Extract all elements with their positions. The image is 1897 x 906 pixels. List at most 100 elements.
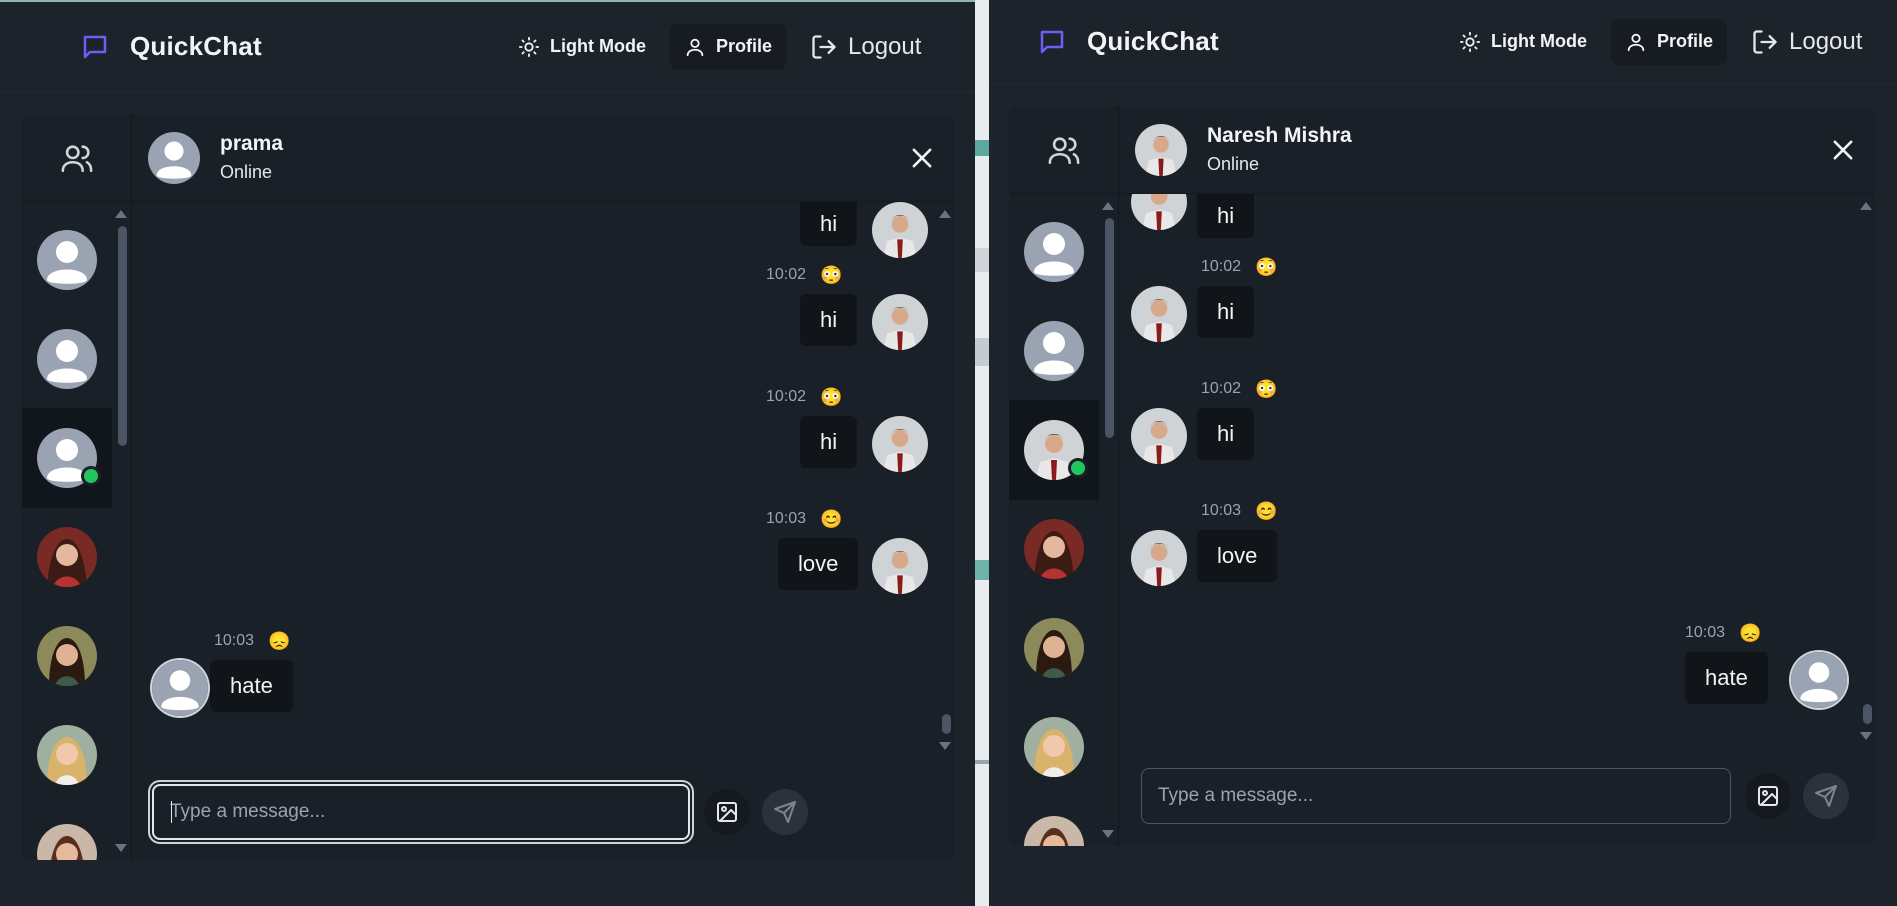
contacts-scrollbar[interactable] (115, 202, 127, 860)
message-time: 10:02 (1201, 380, 1242, 397)
nav-actions: Light Mode Profile Logout (504, 23, 935, 70)
user-icon (1627, 33, 1645, 51)
reaction-emoji[interactable]: 😳 (1255, 258, 1277, 276)
message-bubble: hi (1197, 286, 1255, 338)
profile-label: Profile (715, 36, 772, 56)
message-input[interactable] (152, 784, 690, 840)
contacts-scrollbar[interactable] (1102, 194, 1114, 846)
chat-contact-status: Online (220, 162, 273, 182)
contacts-sidebar (22, 114, 132, 860)
close-icon[interactable] (908, 144, 936, 172)
scroll-up-arrow[interactable] (1102, 202, 1114, 210)
contact-item[interactable] (22, 309, 112, 409)
scroll-down-arrow[interactable] (115, 844, 127, 852)
reaction-emoji[interactable]: 😳 (1255, 380, 1277, 398)
avatar (37, 725, 97, 785)
reaction-emoji[interactable]: 😳 (820, 266, 842, 284)
scroll-down-arrow[interactable] (939, 742, 951, 750)
message-meta: 10:02 😳 (1201, 258, 1277, 276)
light-mode-button[interactable]: Light Mode (504, 24, 660, 70)
contacts-header (1009, 106, 1118, 194)
window-gap (975, 0, 989, 906)
online-indicator (1068, 458, 1088, 478)
scroll-thumb[interactable] (118, 226, 127, 446)
avatar (37, 527, 97, 587)
app-name: QuickChat (1087, 26, 1219, 56)
message-input[interactable] (1141, 768, 1731, 824)
logout-button[interactable]: Logout (796, 24, 935, 70)
scroll-thumb[interactable] (1105, 218, 1114, 438)
sender-avatar (1131, 286, 1187, 342)
contact-item[interactable] (1009, 301, 1099, 401)
sender-avatar (1131, 408, 1187, 464)
attach-image-button[interactable] (704, 789, 750, 835)
reaction-emoji[interactable]: 😞 (1739, 624, 1761, 642)
close-icon[interactable] (1829, 136, 1857, 164)
send-button[interactable] (1803, 773, 1849, 819)
contact-item[interactable] (1009, 499, 1099, 599)
message-time: 10:03 (1201, 502, 1242, 519)
reaction-emoji[interactable]: 😊 (1255, 502, 1277, 520)
logout-icon (812, 34, 836, 59)
contact-item[interactable] (22, 507, 112, 607)
contact-item[interactable] (22, 804, 112, 860)
message-time: 10:02 (766, 388, 807, 405)
scroll-up-arrow[interactable] (1860, 202, 1872, 210)
chat-header: Naresh Mishra Online (1119, 106, 1875, 194)
scroll-down-arrow[interactable] (1102, 830, 1114, 838)
desktop: QuickChat Light Mode Profile Logout pram… (0, 0, 1897, 906)
contact-item[interactable] (22, 210, 112, 310)
profile-button[interactable]: Profile (669, 23, 786, 70)
chat-bubble-icon (1040, 30, 1064, 53)
users-icon[interactable] (1047, 133, 1081, 167)
contact-item[interactable] (22, 606, 112, 706)
chat-panel: Naresh Mishra Online hi 10:02 😳 hi 10:02… (1009, 106, 1875, 846)
scroll-down-arrow[interactable] (1860, 732, 1872, 740)
message-meta: 10:02 😳 (766, 388, 842, 406)
message-list: hi 10:02 😳 hi 10:02 😳 hi 10:03 😊 love 10… (132, 202, 954, 762)
sender-avatar (872, 416, 928, 472)
reaction-emoji[interactable]: 😳 (820, 388, 842, 406)
chat-header: prama Online (132, 114, 954, 202)
users-icon[interactable] (60, 141, 94, 175)
contact-item[interactable] (1009, 598, 1099, 698)
brand[interactable]: QuickChat (80, 31, 262, 62)
scroll-thumb[interactable] (1863, 704, 1872, 724)
message-meta: 10:03 😊 (1201, 502, 1277, 520)
image-icon (1758, 786, 1778, 806)
contact-item-selected[interactable] (1009, 400, 1099, 500)
messages-scrollbar[interactable] (939, 202, 951, 752)
logout-label: Logout (1789, 27, 1863, 55)
avatar (37, 230, 97, 290)
message-bubble: hi (1197, 194, 1255, 238)
sender-avatar (872, 202, 928, 258)
sender-avatar (152, 660, 208, 716)
contact-item[interactable] (1009, 202, 1099, 302)
contact-item-selected[interactable] (22, 408, 112, 508)
message-meta: 10:02 😳 (766, 266, 842, 284)
avatar (1024, 222, 1084, 282)
scroll-thumb[interactable] (942, 714, 951, 734)
contact-item[interactable] (1009, 697, 1099, 797)
logout-button[interactable]: Logout (1737, 19, 1876, 65)
messages-scrollbar[interactable] (1860, 194, 1872, 744)
light-mode-button[interactable]: Light Mode (1445, 19, 1601, 65)
message-meta: 10:03 😞 (214, 632, 290, 650)
chat-contact-status: Online (1207, 154, 1260, 174)
logout-icon (1753, 29, 1777, 54)
contact-item[interactable] (1009, 796, 1099, 846)
chat-contact-name: Naresh Mishra (1207, 124, 1352, 147)
reaction-emoji[interactable]: 😞 (268, 632, 290, 650)
profile-label: Profile (1656, 31, 1713, 51)
sender-avatar (1791, 652, 1847, 708)
send-button[interactable] (762, 789, 808, 835)
scroll-up-arrow[interactable] (939, 210, 951, 218)
avatar (1024, 618, 1084, 678)
profile-button[interactable]: Profile (1610, 18, 1727, 65)
reaction-emoji[interactable]: 😊 (820, 510, 842, 528)
brand[interactable]: QuickChat (1037, 26, 1219, 57)
logout-label: Logout (848, 32, 922, 60)
contact-item[interactable] (22, 705, 112, 805)
attach-image-button[interactable] (1745, 773, 1791, 819)
scroll-up-arrow[interactable] (115, 210, 127, 218)
